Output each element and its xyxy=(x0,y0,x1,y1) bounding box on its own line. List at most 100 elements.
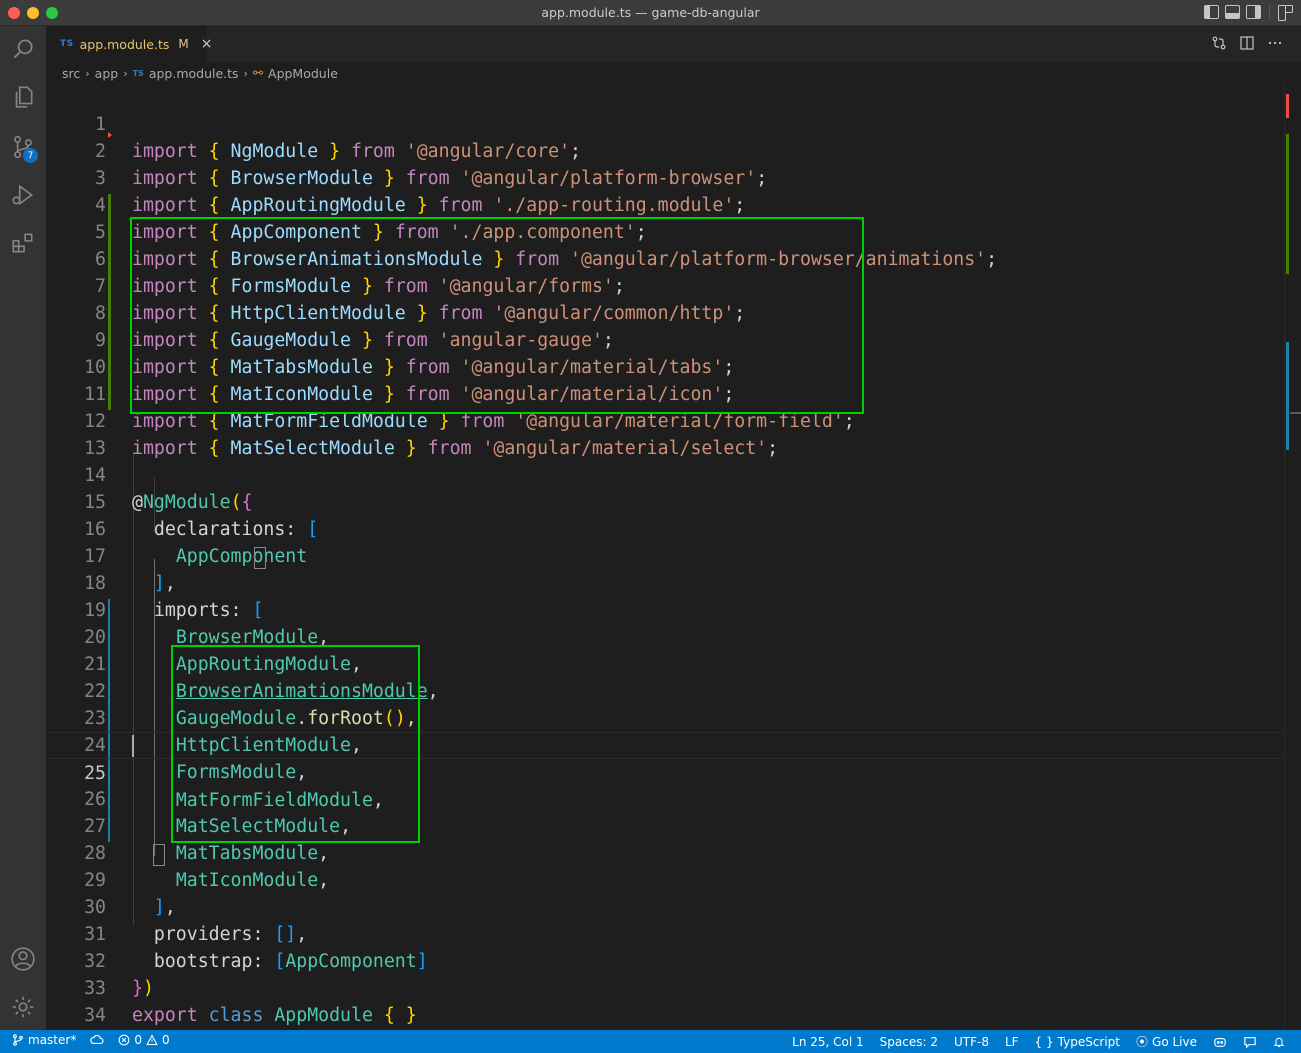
customize-layout-icon[interactable] xyxy=(1278,5,1293,21)
warning-count: 0 xyxy=(161,1033,170,1047)
bracket-match-highlight xyxy=(254,547,266,569)
typescript-icon: TS xyxy=(60,39,74,49)
code-line: 34 xyxy=(46,975,1284,1026)
breadcrumb-file[interactable]: app.module.ts xyxy=(149,66,239,81)
sync-status[interactable] xyxy=(90,1034,104,1046)
breadcrumb-app[interactable]: app xyxy=(95,66,119,81)
code-line: 20 AppRoutingModule, xyxy=(46,597,1284,675)
code-line: 18 imports: [ xyxy=(46,543,1284,621)
overview-marker xyxy=(1286,94,1289,118)
code-line: 33 export class AppModule { } xyxy=(46,948,1284,1026)
typescript-icon: TS xyxy=(132,68,144,78)
code-line: 2 import { BrowserModule } from '@angula… xyxy=(46,111,1284,189)
account-icon[interactable] xyxy=(0,936,46,982)
code-line: 29 ], xyxy=(46,840,1284,918)
breadcrumb: src › app › TS app.module.ts › ⚯ AppModu… xyxy=(46,62,1301,84)
code-line: 13 xyxy=(46,408,1284,459)
extensions-icon[interactable] xyxy=(0,220,46,266)
bracket-match-highlight xyxy=(153,844,165,866)
code-editor[interactable]: 1 import { NgModule } from '@angular/cor… xyxy=(46,84,1284,1030)
end-of-line[interactable]: LF xyxy=(1005,1035,1019,1049)
vertical-scrollbar[interactable] xyxy=(1284,84,1301,1030)
go-live-button[interactable]: ⦿ Go Live xyxy=(1136,1033,1197,1050)
chevron-right-icon: › xyxy=(123,66,128,80)
indentation[interactable]: Spaces: 2 xyxy=(880,1035,938,1049)
code-line: 5 import { BrowserAnimationsModule } fro… xyxy=(46,192,1284,270)
braces-icon: { } xyxy=(1034,1034,1054,1049)
code-line: 19 BrowserModule, xyxy=(46,570,1284,648)
tab-bar: TS app.module.ts M × xyxy=(46,26,1301,62)
broadcast-icon: ⦿ xyxy=(1136,1035,1149,1049)
layout-divider xyxy=(1269,5,1270,19)
open-changes-icon[interactable] xyxy=(1211,35,1227,51)
toggle-panel-icon[interactable] xyxy=(1225,5,1240,19)
bell-icon[interactable] xyxy=(1273,1036,1285,1048)
code-line: 31 bootstrap: [AppComponent] xyxy=(46,894,1284,972)
code-line: 26 MatSelectModule, xyxy=(46,759,1284,837)
status-bar: master* 0 0 Ln 25, Col 1 Spaces: 2 UTF-8… xyxy=(0,1030,1301,1053)
code-line: 16 AppComponent xyxy=(46,489,1284,567)
code-line: 7 import { HttpClientModule } from '@ang… xyxy=(46,246,1284,324)
title-bar: app.module.ts — game-db-angular xyxy=(0,0,1301,26)
modified-indicator: M xyxy=(178,37,189,51)
code-line: 22 GaugeModule.forRoot(), xyxy=(46,651,1284,729)
code-line: 27 MatTabsModule, xyxy=(46,786,1284,864)
code-line: 12 import { MatSelectModule } from '@ang… xyxy=(46,381,1284,459)
chevron-right-icon: › xyxy=(243,66,248,80)
editor-actions xyxy=(1211,35,1283,51)
run-debug-icon[interactable] xyxy=(0,172,46,218)
code-line: 6 import { FormsModule } from '@angular/… xyxy=(46,219,1284,297)
code-line: 9 import { MatTabsModule } from '@angula… xyxy=(46,300,1284,378)
chevron-right-icon: › xyxy=(85,66,90,80)
text-cursor xyxy=(132,735,134,757)
go-live-label: Go Live xyxy=(1152,1034,1197,1049)
gear-icon[interactable] xyxy=(0,984,46,1030)
code-line-active: 25 MatFormFieldModule, xyxy=(46,732,1284,811)
code-line: 24 FormsModule, xyxy=(46,705,1284,783)
git-branch-icon xyxy=(13,1034,23,1046)
warning-icon xyxy=(146,1034,158,1046)
code-line: 15 declarations: [ xyxy=(46,462,1284,540)
layout-controls xyxy=(1204,5,1293,21)
cursor-position[interactable]: Ln 25, Col 1 xyxy=(792,1035,864,1049)
overview-cursor-line xyxy=(1290,412,1301,414)
window-title: app.module.ts — game-db-angular xyxy=(541,5,760,20)
branch-name: master* xyxy=(28,1033,77,1047)
code-line: 23 HttpClientModule, xyxy=(46,678,1284,756)
encoding[interactable]: UTF-8 xyxy=(954,1035,989,1049)
overview-marker xyxy=(1286,342,1289,450)
overview-marker xyxy=(1286,134,1289,274)
breadcrumb-symbol[interactable]: AppModule xyxy=(268,66,338,81)
code-line: 11 import { MatFormFieldModule } from '@… xyxy=(46,354,1284,432)
tab-app-module[interactable]: TS app.module.ts M × xyxy=(46,26,212,62)
code-line: 30 providers: [], xyxy=(46,867,1284,945)
language-mode[interactable]: { } TypeScript xyxy=(1035,1035,1120,1049)
breadcrumb-src[interactable]: src xyxy=(62,66,80,81)
activity-bar: 7 xyxy=(0,26,46,1030)
source-control-badge: 7 xyxy=(23,148,38,163)
toggle-secondary-sidebar-icon[interactable] xyxy=(1246,5,1261,19)
toggle-primary-sidebar-icon[interactable] xyxy=(1204,5,1219,19)
cloud-sync-icon xyxy=(90,1034,104,1045)
code-line: 1 import { NgModule } from '@angular/cor… xyxy=(46,84,1284,162)
error-icon xyxy=(118,1034,130,1046)
search-icon[interactable] xyxy=(0,26,46,72)
more-actions-icon[interactable] xyxy=(1267,35,1283,51)
close-tab-icon[interactable]: × xyxy=(201,36,213,52)
class-symbol-icon: ⚯ xyxy=(252,66,264,80)
tab-label: app.module.ts xyxy=(79,36,170,52)
error-count: 0 xyxy=(134,1033,142,1047)
copilot-icon[interactable] xyxy=(1213,1036,1227,1048)
code-line: 17 ], xyxy=(46,516,1284,594)
language-label: TypeScript xyxy=(1057,1034,1121,1049)
line-number: 34 xyxy=(84,1005,106,1026)
source-control-icon[interactable]: 7 xyxy=(0,124,46,170)
files-icon[interactable] xyxy=(0,74,46,120)
code-line: 3 import { AppRoutingModule } from './ap… xyxy=(46,138,1284,216)
code-line: 8 import { GaugeModule } from 'angular-g… xyxy=(46,273,1284,351)
feedback-icon[interactable] xyxy=(1243,1036,1257,1048)
code-line: 21 BrowserAnimationsModule, xyxy=(46,624,1284,702)
problems-status[interactable]: 0 0 xyxy=(118,1033,170,1047)
split-editor-icon[interactable] xyxy=(1239,35,1255,51)
branch-status[interactable]: master* xyxy=(12,1033,76,1047)
